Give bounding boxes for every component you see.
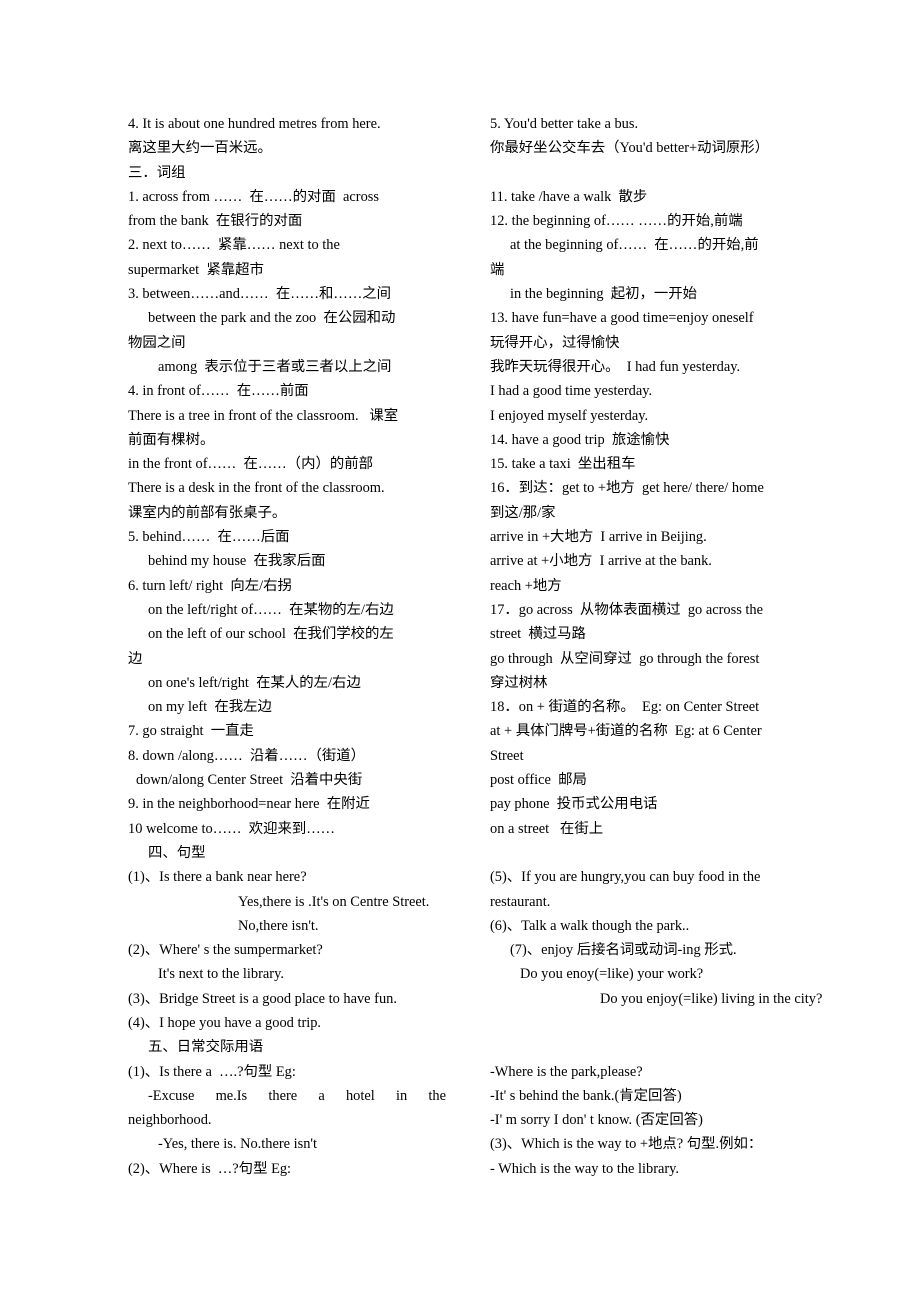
- section-heading-daily-expressions: 五、日常交际用语: [148, 1039, 264, 1056]
- section-heading-phrases: 三．词组: [128, 164, 186, 181]
- text-line: between the park and the zoo 在公园和动: [148, 310, 396, 327]
- text-line: 我昨天玩得很开心。 I had fun yesterday.: [490, 358, 741, 375]
- text-line: 17．go across 从物体表面横过 go across the: [490, 601, 763, 618]
- text-line: from the bank 在银行的对面: [128, 213, 303, 230]
- text-line: 5. You'd better take a bus.: [490, 116, 639, 132]
- text-line: - Which is the way to the library.: [490, 1160, 680, 1177]
- text-line: -It' s behind the bank.(肯定回答): [490, 1087, 682, 1104]
- text-line: on a street 在街上: [490, 820, 604, 837]
- text-line: 8. down /along…… 沿着……（街道）: [128, 747, 366, 764]
- text-line: (3)、Which is the way to +地点? 句型.例如：: [490, 1136, 763, 1153]
- text-line: on the left/right of…… 在某物的左/右边: [148, 601, 394, 618]
- text-line: arrive at +小地方 I arrive at the bank.: [490, 553, 712, 570]
- text-line: (2)、Where' s the sumpermarket?: [128, 942, 323, 959]
- text-line: supermarket 紧靠超市: [128, 261, 264, 278]
- text-line: 11. take /have a walk 散步: [490, 188, 648, 205]
- text-line: 1. across from …… 在……的对面 across: [128, 188, 380, 205]
- text-line: 5. behind…… 在……后面: [128, 529, 290, 546]
- text-line: 边: [128, 650, 143, 667]
- text-line: arrive in +大地方 I arrive in Beijing.: [490, 529, 707, 546]
- text-line: at the beginning of…… 在……的开始,前: [510, 237, 759, 254]
- text-line: There is a tree in front of the classroo…: [128, 407, 399, 424]
- left-column: 4. It is about one hundred metres from h…: [128, 112, 446, 1181]
- text-line: It's next to the library.: [158, 966, 284, 983]
- text-line: 前面有棵树。: [128, 431, 215, 448]
- text-line: There is a desk in the front of the clas…: [128, 480, 385, 497]
- text-line: -Where is the park,please?: [490, 1063, 643, 1080]
- text-line: among 表示位于三者或三者以上之间: [158, 358, 392, 375]
- text-line: No,there isn't.: [238, 917, 319, 934]
- right-column: 5. You'd better take a bus. 你最好坐公交车去（You…: [490, 112, 823, 1181]
- text-line: -Yes, there is. No.there isn't: [158, 1136, 318, 1153]
- text-line: 物园之间: [128, 334, 186, 351]
- text-line: 14. have a good trip 旅途愉快: [490, 431, 670, 448]
- text-line: at + 具体门牌号+街道的名称 Eg: at 6 Center: [490, 723, 762, 740]
- text-line: in the front of…… 在……（内）的前部: [128, 456, 374, 473]
- text-line: 10 welcome to…… 欢迎来到……: [128, 820, 336, 837]
- text-line: 3. between……and…… 在……和……之间: [128, 286, 391, 303]
- text-line: (1)、Is there a ….?句型 Eg:: [128, 1063, 296, 1080]
- text-line: go through 从空间穿过 go through the forest: [490, 650, 760, 667]
- text-line: (3)、Bridge Street is a good place to hav…: [128, 990, 397, 1007]
- text-line: Do you enjoy(=like) living in the city?: [600, 990, 823, 1007]
- text-line: 12. the beginning of…… ……的开始,前端: [490, 213, 743, 230]
- text-line: (1)、Is there a bank near here?: [128, 869, 307, 886]
- text-line: (4)、I hope you have a good trip.: [128, 1014, 322, 1031]
- text-line: 课室内的前部有张桌子。: [128, 504, 287, 521]
- text-line: neighborhood.: [128, 1112, 212, 1129]
- text-line: 7. go straight 一直走: [128, 723, 254, 740]
- text-line: behind my house 在我家后面: [148, 553, 326, 570]
- text-line: (7)、enjoy 后接名词或动词-ing 形式.: [510, 942, 737, 959]
- text-line: (5)、If you are hungry,you can buy food i…: [490, 869, 761, 886]
- document-page: 4. It is about one hundred metres from h…: [0, 0, 920, 1302]
- text-line: 穿过树林: [490, 674, 548, 691]
- text-line: reach +地方: [490, 577, 562, 594]
- text-line: 4. It is about one hundred metres from h…: [128, 116, 381, 132]
- text-line: 4. in front of…… 在……前面: [128, 383, 309, 400]
- text-line: 18．on + 街道的名称。 Eg: on Center Street: [490, 699, 760, 716]
- text-line: (6)、Talk a walk though the park..: [490, 917, 690, 934]
- text-line: 到这/那/家: [490, 504, 556, 521]
- text-line: 6. turn left/ right 向左/右拐: [128, 577, 292, 594]
- text-line: 你最好坐公交车去（You'd better+动词原形）: [490, 140, 770, 157]
- text-line: on the left of our school 在我们学校的左: [148, 626, 394, 643]
- text-line: 离这里大约一百米远。: [128, 140, 272, 157]
- text-line: -I' m sorry I don' t know. (否定回答): [490, 1112, 703, 1129]
- text-line: pay phone 投币式公用电话: [490, 796, 658, 813]
- text-line: Do you enoy(=like) your work?: [520, 966, 704, 983]
- text-line: -Excuse me.Is there a hotel in the: [148, 1087, 446, 1104]
- text-line: Street: [490, 747, 524, 764]
- text-line: 玩得开心，过得愉快: [490, 334, 620, 351]
- text-line: 9. in the neighborhood=near here 在附近: [128, 796, 370, 813]
- section-heading-sentence-patterns: 四、句型: [148, 844, 206, 861]
- text-line: 13. have fun=have a good time=enjoy ones…: [490, 310, 754, 327]
- text-line: 15. take a taxi 坐出租车: [490, 456, 636, 473]
- text-line: on one's left/right 在某人的左/右边: [148, 674, 361, 691]
- text-line: on my left 在我左边: [148, 699, 272, 716]
- text-line: (2)、Where is …?句型 Eg:: [128, 1160, 292, 1177]
- text-line: street 横过马路: [490, 626, 586, 643]
- text-line: Yes,there is .It's on Centre Street.: [238, 893, 430, 910]
- text-line: in the beginning 起初，一开始: [510, 286, 698, 303]
- text-line: down/along Center Street 沿着中央街: [136, 772, 363, 789]
- text-line: 16．到达：get to +地方 get here/ there/ home: [490, 480, 764, 497]
- text-line: post office 邮局: [490, 772, 587, 789]
- text-line: 2. next to…… 紧靠…… next to the: [128, 237, 340, 254]
- text-line: restaurant.: [490, 893, 551, 910]
- text-line: 端: [490, 261, 505, 278]
- two-column-body: 4. It is about one hundred metres from h…: [128, 112, 823, 1181]
- text-line: I had a good time yesterday.: [490, 383, 653, 400]
- text-line: I enjoyed myself yesterday.: [490, 407, 649, 424]
